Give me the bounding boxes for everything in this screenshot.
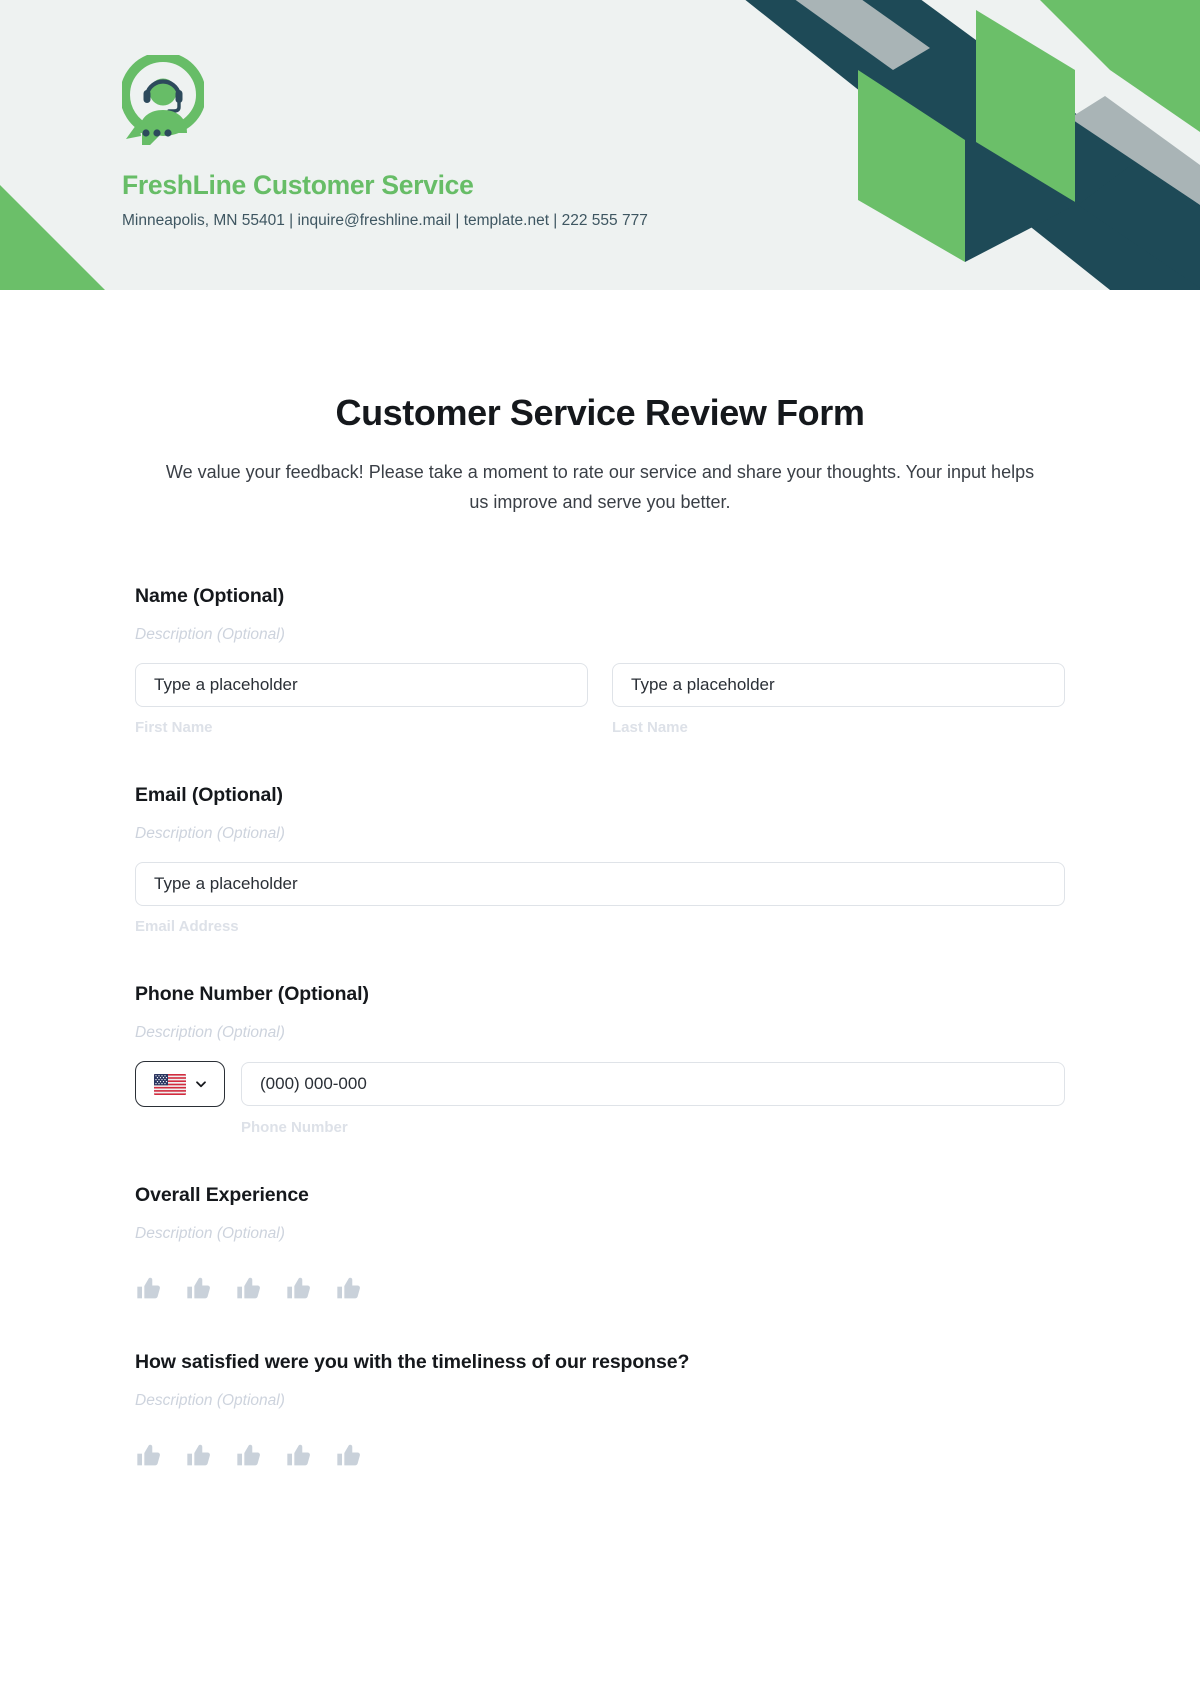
corner-triangle-decoration bbox=[0, 185, 105, 290]
field-label-timeliness: How satisfied were you with the timeline… bbox=[135, 1351, 690, 1374]
country-code-select[interactable] bbox=[135, 1061, 225, 1108]
thumbs-up-icon[interactable] bbox=[185, 1442, 213, 1470]
overall-experience-rating bbox=[135, 1275, 1065, 1303]
last-name-input[interactable] bbox=[612, 663, 1065, 708]
field-label-overall-experience: Overall Experience bbox=[135, 1184, 309, 1207]
page-title: Customer Service Review Form bbox=[335, 392, 865, 433]
name-input-row bbox=[135, 663, 1065, 708]
form-body: Customer Service Review Form We value yo… bbox=[0, 392, 1200, 1470]
email-input-row bbox=[135, 862, 1065, 907]
brand-contact-line: Minneapolis, MN 55401 | inquire@freshlin… bbox=[122, 212, 648, 229]
phone-number-input[interactable] bbox=[241, 1062, 1065, 1107]
field-phone: Phone Number (Optional) Description (Opt… bbox=[135, 983, 1065, 1136]
field-overall-experience: Overall Experience Description (Optional… bbox=[135, 1184, 1065, 1303]
field-email: Email (Optional) Description (Optional) … bbox=[135, 784, 1065, 935]
field-label-name: Name (Optional) bbox=[135, 585, 285, 608]
sublabel-last-name: Last Name bbox=[612, 719, 688, 737]
thumbs-up-icon[interactable] bbox=[185, 1275, 213, 1303]
brand-logo bbox=[122, 55, 204, 145]
us-flag-icon bbox=[153, 1073, 186, 1095]
field-name: Name (Optional) Description (Optional) F… bbox=[135, 585, 1065, 736]
customer-service-headset-logo-icon bbox=[122, 55, 204, 145]
field-label-phone: Phone Number (Optional) bbox=[135, 983, 369, 1006]
field-description-email: Description (Optional) bbox=[135, 825, 285, 843]
field-timeliness: How satisfied were you with the timeline… bbox=[135, 1351, 1065, 1470]
field-description-phone: Description (Optional) bbox=[135, 1024, 285, 1042]
thumbs-up-icon[interactable] bbox=[285, 1442, 313, 1470]
field-label-email: Email (Optional) bbox=[135, 784, 283, 807]
email-input[interactable] bbox=[135, 862, 1065, 907]
phone-input-row bbox=[135, 1061, 1065, 1108]
isometric-decoration bbox=[680, 0, 1200, 290]
name-sublabel-row: First Name Last Name bbox=[135, 719, 1065, 736]
thumbs-up-icon[interactable] bbox=[335, 1442, 363, 1470]
first-name-input[interactable] bbox=[135, 663, 588, 708]
thumbs-up-icon[interactable] bbox=[235, 1275, 263, 1303]
field-description-name: Description (Optional) bbox=[135, 626, 285, 644]
form-subtitle: We value your feedback! Please take a mo… bbox=[165, 462, 1035, 512]
thumbs-up-icon[interactable] bbox=[335, 1275, 363, 1303]
chevron-down-icon bbox=[195, 1081, 206, 1088]
page-header: FreshLine Customer Service Minneapolis, … bbox=[0, 0, 1200, 290]
field-description-overall-experience: Description (Optional) bbox=[135, 1225, 285, 1243]
thumbs-up-icon[interactable] bbox=[135, 1275, 163, 1303]
field-description-timeliness: Description (Optional) bbox=[135, 1392, 285, 1410]
form-page: FreshLine Customer Service Minneapolis, … bbox=[0, 0, 1200, 1700]
timeliness-rating bbox=[135, 1442, 1065, 1470]
thumbs-up-icon[interactable] bbox=[235, 1442, 263, 1470]
sublabel-email-address: Email Address bbox=[135, 918, 239, 936]
brand-name: FreshLine Customer Service bbox=[122, 170, 474, 200]
sublabel-phone-number: Phone Number bbox=[241, 1119, 348, 1137]
thumbs-up-icon[interactable] bbox=[285, 1275, 313, 1303]
email-sublabel-row: Email Address bbox=[135, 918, 1065, 935]
thumbs-up-icon[interactable] bbox=[135, 1442, 163, 1470]
sublabel-first-name: First Name bbox=[135, 719, 213, 737]
